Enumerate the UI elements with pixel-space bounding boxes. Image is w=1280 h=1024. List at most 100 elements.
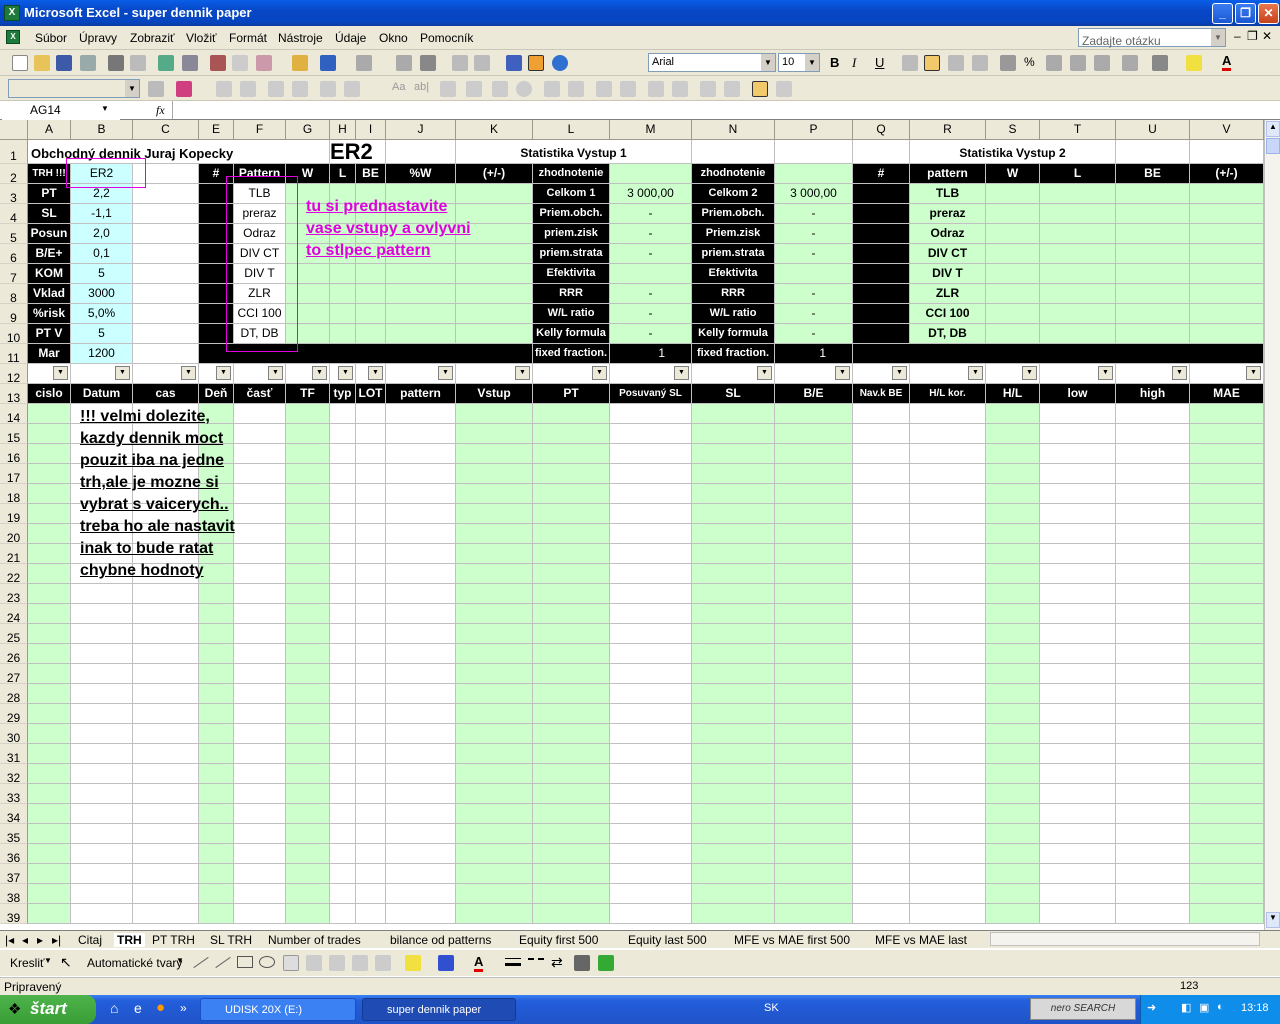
cell[interactable] (330, 524, 356, 544)
cell[interactable] (330, 584, 356, 604)
filter-dropdown-icon[interactable]: ▼ (438, 366, 453, 380)
cell[interactable] (1040, 864, 1116, 884)
stat1-value[interactable]: - (610, 304, 692, 324)
checkbox-control-icon[interactable] (492, 81, 508, 97)
cell[interactable] (775, 404, 853, 424)
cell[interactable] (133, 664, 199, 684)
cell[interactable] (330, 684, 356, 704)
cell[interactable] (1040, 624, 1116, 644)
cell[interactable] (1116, 844, 1190, 864)
menu-udaje[interactable]: Údaje (335, 31, 366, 45)
cell[interactable] (386, 904, 456, 924)
cell[interactable] (853, 644, 910, 664)
autosum-icon[interactable] (420, 55, 436, 71)
cell[interactable] (386, 564, 456, 584)
cell[interactable] (1040, 444, 1116, 464)
column-header-h[interactable]: H (330, 120, 356, 140)
cell[interactable] (330, 544, 356, 564)
cell[interactable] (330, 904, 356, 924)
cell[interactable] (1040, 284, 1116, 304)
formula-input[interactable] (172, 101, 1280, 119)
cell[interactable] (1116, 544, 1190, 564)
cell[interactable] (853, 424, 910, 444)
pattern2-name[interactable]: DIV T (910, 264, 986, 284)
cell[interactable] (330, 664, 356, 684)
excel-icon[interactable]: X (4, 5, 20, 21)
cell[interactable] (610, 764, 692, 784)
stat1-label[interactable]: Kelly formula (533, 324, 610, 344)
cell[interactable] (286, 824, 330, 844)
cell[interactable] (456, 904, 533, 924)
row-header-33[interactable]: 33 (0, 784, 28, 805)
stat1-label[interactable]: fixed fraction. (533, 344, 610, 364)
cell[interactable] (234, 884, 286, 904)
cell[interactable] (533, 704, 610, 724)
draw-menu[interactable]: Kresliť (10, 956, 45, 970)
cell[interactable] (1116, 524, 1190, 544)
cell[interactable] (386, 544, 456, 564)
line-color-icon[interactable] (438, 955, 454, 971)
cell[interactable] (386, 744, 456, 764)
label-control-icon[interactable]: Aa (392, 81, 405, 93)
cell[interactable] (986, 504, 1040, 524)
pattern-header[interactable]: (+/-) (456, 164, 533, 184)
cell[interactable] (1116, 584, 1190, 604)
cell[interactable] (356, 864, 386, 884)
cell[interactable] (234, 584, 286, 604)
tab-pt-trh[interactable]: PT TRH (152, 933, 195, 947)
arrow-style-icon[interactable]: ⇄ (551, 954, 563, 971)
cell[interactable] (234, 664, 286, 684)
row-header-17[interactable]: 17 (0, 464, 28, 485)
cell[interactable] (28, 584, 71, 604)
cell[interactable] (1116, 904, 1190, 924)
column-header-r[interactable]: R (910, 120, 986, 140)
row-header-25[interactable]: 25 (0, 624, 28, 645)
cell[interactable] (533, 784, 610, 804)
cell[interactable] (775, 804, 853, 824)
stat2-value[interactable]: - (775, 304, 853, 324)
cell[interactable] (986, 864, 1040, 884)
cell[interactable] (1116, 864, 1190, 884)
cell[interactable] (986, 824, 1040, 844)
stat1-value[interactable]: 1 (610, 344, 692, 364)
filter-dropdown-icon[interactable]: ▼ (1172, 366, 1187, 380)
cell[interactable] (71, 804, 133, 824)
cell[interactable] (356, 504, 386, 524)
tray-arrow-icon[interactable]: ➜ (1147, 1001, 1156, 1014)
textbox-control-icon[interactable]: ab| (414, 81, 429, 93)
home-icon[interactable]: ⌂ (110, 1000, 118, 1016)
open-icon[interactable] (34, 55, 50, 71)
column-header-v[interactable]: V (1190, 120, 1264, 140)
stat2-value[interactable]: - (775, 224, 853, 244)
cell[interactable] (133, 304, 199, 324)
cell[interactable] (1116, 684, 1190, 704)
stat1-value[interactable]: - (610, 204, 692, 224)
param-label[interactable]: Mar (28, 344, 71, 364)
row-header-1[interactable]: 1 (0, 140, 28, 164)
cell[interactable] (910, 864, 986, 884)
cell[interactable] (986, 704, 1040, 724)
cell[interactable] (610, 784, 692, 804)
stat1-value[interactable]: 3 000,00 (610, 184, 692, 204)
button-control-icon[interactable] (466, 81, 482, 97)
stat2-title[interactable]: Statistika Vystup 2 (910, 140, 1116, 164)
cell[interactable] (853, 584, 910, 604)
cell[interactable] (386, 664, 456, 684)
pattern2-name[interactable]: DIV CT (910, 244, 986, 264)
cell[interactable] (610, 884, 692, 904)
cell[interactable] (199, 584, 234, 604)
first-sheet-icon[interactable]: |◂ (5, 933, 14, 947)
cell[interactable] (610, 404, 692, 424)
spelling-icon[interactable] (158, 55, 174, 71)
cell[interactable] (1190, 244, 1264, 264)
cell[interactable] (1116, 244, 1190, 264)
cell[interactable] (456, 764, 533, 784)
cell[interactable] (1040, 724, 1116, 744)
cell[interactable] (692, 604, 775, 624)
ie-icon[interactable]: e (134, 1000, 142, 1016)
save-icon[interactable] (56, 55, 72, 71)
cell[interactable] (386, 624, 456, 644)
font-color-icon[interactable]: A (1222, 53, 1232, 71)
cell[interactable] (386, 424, 456, 444)
cell[interactable] (910, 464, 986, 484)
